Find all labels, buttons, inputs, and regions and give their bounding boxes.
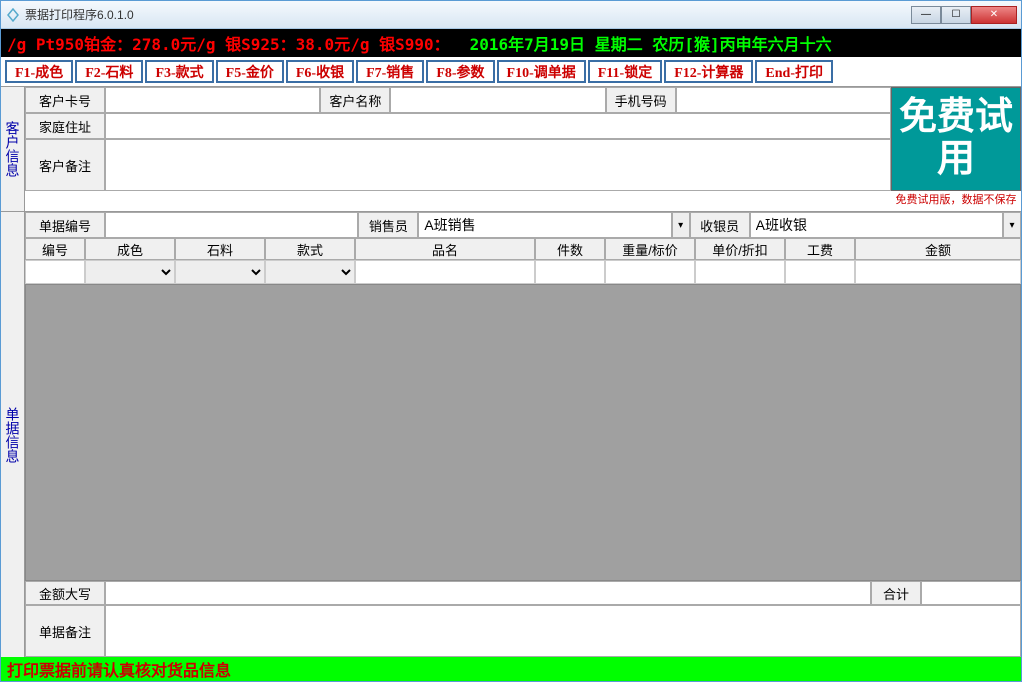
promo-text: 免费试用 xyxy=(892,97,1020,181)
input-bill-remark[interactable] xyxy=(106,606,1020,656)
fn-f5[interactable]: F5-金价 xyxy=(216,60,284,83)
bill-section: 单据信息 单据编号 销售员 ▾ 收银员 ▾ 编号 成色 xyxy=(1,212,1021,657)
marquee-prices: /g Pt950铂金：278.0元/g 银S925：38.0元/g 银S990： xyxy=(7,31,450,55)
close-button[interactable]: ✕ xyxy=(971,6,1017,24)
customer-section: 客户信息 客户卡号 客户名称 手机号码 家庭住址 客户备注 免费试用 免费试用版… xyxy=(1,87,1021,212)
fn-f11[interactable]: F11-锁定 xyxy=(588,60,662,83)
price-marquee: /g Pt950铂金：278.0元/g 银S925：38.0元/g 银S990：… xyxy=(1,29,1021,57)
label-cust-remark: 客户备注 xyxy=(25,139,105,191)
input-phone[interactable] xyxy=(679,90,888,110)
bill-side-label: 单据信息 xyxy=(1,212,25,657)
fn-f12[interactable]: F12-计算器 xyxy=(664,60,753,83)
fn-f8[interactable]: F8-参数 xyxy=(426,60,494,83)
table-body[interactable] xyxy=(25,284,1021,581)
app-icon xyxy=(5,7,21,23)
th-stone: 石料 xyxy=(175,238,265,260)
fn-f7[interactable]: F7-销售 xyxy=(356,60,424,83)
table-row xyxy=(25,260,1021,284)
minimize-button[interactable]: — xyxy=(911,6,941,24)
input-card-no[interactable] xyxy=(108,90,317,110)
cashier-dropdown[interactable]: ▾ xyxy=(1003,212,1021,238)
th-amount: 金额 xyxy=(855,238,1021,260)
input-cashier[interactable] xyxy=(752,214,1001,236)
th-no: 编号 xyxy=(25,238,85,260)
label-addr: 家庭住址 xyxy=(25,113,105,139)
input-seller[interactable] xyxy=(420,214,669,236)
value-amount-cn xyxy=(105,581,871,605)
select-style[interactable] xyxy=(266,261,354,283)
fn-f3[interactable]: F3-款式 xyxy=(145,60,213,83)
value-total xyxy=(921,581,1021,605)
fn-f6[interactable]: F6-收银 xyxy=(286,60,354,83)
label-bill-no: 单据编号 xyxy=(25,212,105,238)
footer-message: 打印票据前请认真核对货品信息 xyxy=(1,657,1021,681)
titlebar: 票据打印程序6.0.1.0 — ☐ ✕ xyxy=(1,1,1021,29)
fn-end[interactable]: End-打印 xyxy=(755,60,833,83)
maximize-button[interactable]: ☐ xyxy=(941,6,971,24)
window-title: 票据打印程序6.0.1.0 xyxy=(25,6,911,23)
seller-dropdown[interactable]: ▾ xyxy=(672,212,690,238)
label-cust-name: 客户名称 xyxy=(320,87,390,113)
label-cashier: 收银员 xyxy=(690,212,750,238)
select-color[interactable] xyxy=(86,261,174,283)
fn-f10[interactable]: F10-调单据 xyxy=(497,60,586,83)
label-total: 合计 xyxy=(871,581,921,605)
promo-note: 免费试用版，数据不保存 xyxy=(891,191,1021,211)
label-card-no: 客户卡号 xyxy=(25,87,105,113)
label-amount-cn: 金额大写 xyxy=(25,581,105,605)
label-phone: 手机号码 xyxy=(606,87,676,113)
label-seller: 销售员 xyxy=(358,212,418,238)
table-header: 编号 成色 石料 款式 品名 件数 重量/标价 单价/折扣 工费 金额 xyxy=(25,238,1021,260)
input-cust-remark[interactable] xyxy=(108,142,888,188)
th-style: 款式 xyxy=(265,238,355,260)
fn-f2[interactable]: F2-石料 xyxy=(75,60,143,83)
input-bill-no[interactable] xyxy=(107,214,356,236)
function-key-row: F1-成色 F2-石料 F3-款式 F5-金价 F6-收银 F7-销售 F8-参… xyxy=(1,57,1021,87)
marquee-date: 2016年7月19日 星期二 农历[猴]丙申年六月十六 xyxy=(470,31,832,55)
label-bill-remark: 单据备注 xyxy=(25,605,105,657)
promo-banner: 免费试用 xyxy=(891,87,1021,191)
th-color: 成色 xyxy=(85,238,175,260)
th-price: 单价/折扣 xyxy=(695,238,785,260)
fn-f1[interactable]: F1-成色 xyxy=(5,60,73,83)
th-weight: 重量/标价 xyxy=(605,238,695,260)
customer-side-label: 客户信息 xyxy=(1,87,25,211)
th-fee: 工费 xyxy=(785,238,855,260)
select-stone[interactable] xyxy=(176,261,264,283)
input-cust-name[interactable] xyxy=(393,90,602,110)
input-addr[interactable] xyxy=(108,116,888,136)
th-qty: 件数 xyxy=(535,238,605,260)
th-name: 品名 xyxy=(355,238,535,260)
